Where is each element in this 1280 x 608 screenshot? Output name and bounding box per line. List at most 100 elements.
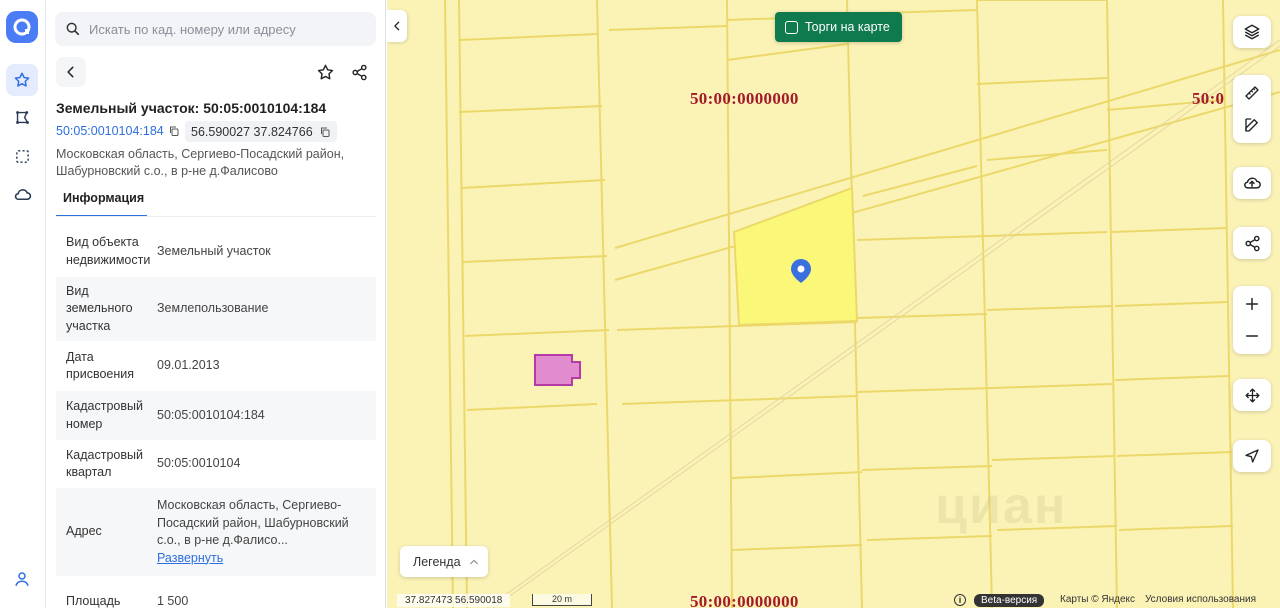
cadastral-number-text[interactable]: 50:05:0010104:184 [56,124,164,138]
chevron-up-icon [469,559,478,564]
info-row: Вид объекта недвижимости Земельный участ… [56,226,376,277]
object-panel: Земельный участок: 50:05:0010104:184 50:… [46,0,386,608]
building-object[interactable] [534,354,581,386]
cloud-icon [14,188,31,200]
copyright-text[interactable]: Карты © Яндекс [1060,594,1135,605]
edit-icon [1245,118,1258,132]
torgi-toggle[interactable]: Торги на карте [775,12,902,42]
select-area-button[interactable] [6,140,38,172]
upload-cloud-icon [1244,177,1261,189]
chevron-left-icon [394,21,400,31]
zone-label: 50:00:0000000 [690,89,799,108]
zoom-in-icon [1245,297,1259,311]
locate-button[interactable] [1233,440,1271,472]
tab-divider [56,216,376,217]
zoom-in-button[interactable] [1233,288,1271,320]
share-control [1233,227,1271,259]
search-icon [66,22,80,36]
legend-label: Легенда [413,554,461,569]
layers-icon [1244,24,1260,40]
move-button[interactable] [1233,379,1271,411]
locate-control [1233,440,1271,472]
object-address: Московская область, Сергиево-Посадский р… [56,147,345,178]
info-row: Вид земельного участка Землепользование [56,277,376,341]
info-value: Земельный участок [157,243,271,258]
info-value: 50:05:0010104 [157,456,241,471]
chevron-left-icon [67,66,74,78]
info-value: 1 500 [157,593,189,608]
user-icon [15,572,29,586]
favorites-button[interactable] [6,64,38,96]
ruler-button[interactable] [1233,77,1271,109]
expand-address-link[interactable]: Развернуть [157,550,370,568]
polygon-tool-button[interactable] [6,101,38,133]
info-key: Вид земельного участка [66,283,133,333]
object-title: Земельный участок: 50:05:0010104:184 [56,100,327,116]
draw-controls [1233,75,1271,143]
info-key: Кадастровый квартал [66,447,143,480]
map-footer: 37.827473 56.590018 20 m i Beta-версия К… [387,592,1280,608]
move-icon [1244,387,1260,403]
info-key: Вид объекта недвижимости [66,235,151,267]
app: Земельный участок: 50:05:0010104:184 50:… [0,0,1280,608]
zoom-out-button[interactable] [1233,320,1271,352]
star-icon [317,64,333,79]
info-row: Адрес Московская область, Сергиево-Посад… [56,488,376,576]
copy-icon[interactable] [168,125,180,137]
info-row: Кадастровый квартал 50:05:0010104 [56,440,376,488]
info-row: Площадь 1 500 [56,576,376,608]
zoom-out-icon [1245,335,1259,337]
upload-button[interactable] [1233,167,1271,199]
info-row: Дата присвоения 09.01.2013 [56,341,376,391]
coordinates-text: 56.590027 37.824766 [191,124,313,139]
terms-link[interactable]: Условия использования [1145,594,1256,605]
scale-bar: 20 m [532,594,592,606]
info-table: Вид объекта недвижимости Земельный участ… [56,226,376,608]
info-value: Московская область, Сергиево-Посадский р… [157,498,349,547]
dashed-square-icon [15,149,29,163]
cloud-button[interactable] [6,178,38,210]
move-control [1233,379,1271,411]
info-key: Площадь [66,593,121,608]
map-share-button[interactable] [1233,227,1271,259]
ruler-icon [1245,86,1259,100]
info-row: Кадастровый номер 50:05:0010104:184 [56,391,376,440]
edit-button[interactable] [1233,109,1271,141]
beta-badge: Beta-версия [974,594,1045,607]
info-key: Кадастровый номер [66,399,143,431]
info-key: Дата присвоения [66,349,135,382]
profile-button[interactable] [6,563,38,595]
plot-boundaries [444,0,1280,608]
torgi-label: Торги на карте [805,20,890,34]
info-value: 09.01.2013 [157,358,220,373]
share-button[interactable] [344,57,374,87]
upload-control [1233,167,1271,199]
info-value: 50:05:0010104:184 [157,407,265,422]
polygon-icon [15,110,29,124]
cursor-coordinates: 37.827473 56.590018 [397,594,511,607]
tab-information[interactable]: Информация [56,191,147,217]
logo-icon[interactable] [6,11,38,43]
share-icon [1244,235,1260,251]
info-key: Адрес [66,524,102,539]
share-icon [351,64,367,80]
layers-button[interactable] [1233,16,1271,48]
selected-plot[interactable] [732,186,859,327]
watermark: циан [935,477,1068,535]
search-box [55,12,376,46]
coordinates-chip[interactable]: 56.590027 37.824766 [185,121,337,142]
locate-icon [1245,449,1259,463]
cadastral-map[interactable]: циан Торги на карте 50:00:0000000 50:0 5… [387,0,1280,608]
legend-button[interactable]: Легенда [400,546,488,577]
star-icon [14,72,30,87]
torgi-checkbox[interactable] [785,20,798,34]
zoom-controls [1233,286,1271,354]
collapse-panel-button[interactable] [387,10,407,42]
copy-icon[interactable] [319,126,331,138]
back-button[interactable] [56,57,86,87]
info-icon[interactable]: i [954,594,966,606]
cadastral-number-link[interactable]: 50:05:0010104:184 [56,124,180,138]
favorite-button[interactable] [310,57,340,87]
search-input[interactable] [89,21,369,37]
left-rail [0,0,46,608]
